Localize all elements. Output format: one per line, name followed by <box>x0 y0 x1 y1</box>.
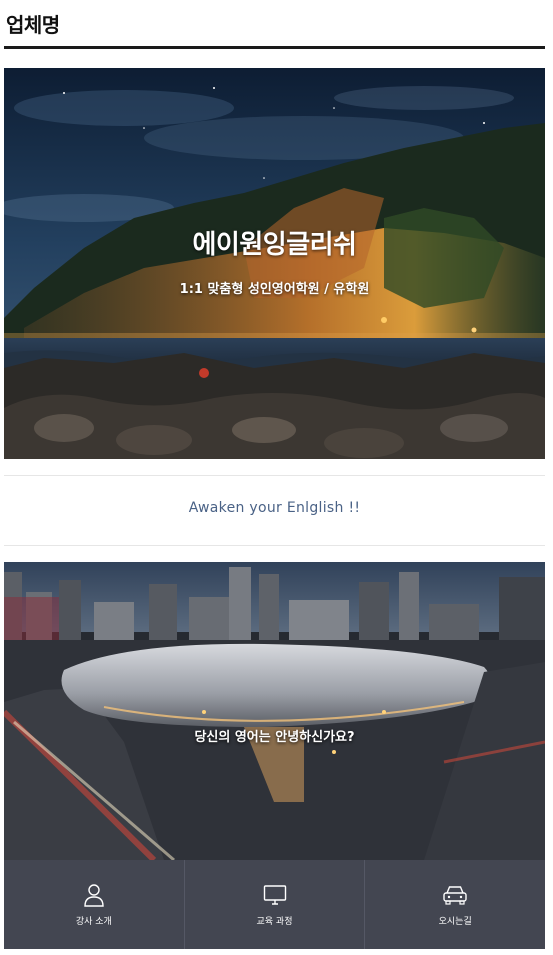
nav-directions-label: 오시는길 <box>438 917 472 927</box>
hero-banner: 에이원잉글리쉬 1:1 맞춤형 성인영어학원 / 유학원 <box>4 68 545 459</box>
nav-curriculum[interactable]: 교육 과정 <box>185 860 366 949</box>
city-banner: 당신의 영어는 안녕하신가요? <box>4 562 545 860</box>
section-divider-top <box>4 475 545 476</box>
car-icon <box>442 882 468 908</box>
city-background-image <box>4 562 545 860</box>
nav-instructors[interactable]: 강사 소개 <box>4 860 185 949</box>
hero-subtitle: 1:1 맞춤형 성인영어학원 / 유학원 <box>179 282 370 297</box>
city-caption: 당신의 영어는 안녕하신가요? <box>194 730 355 745</box>
bottom-navigation: 강사 소개 교육 과정 오시는길 <box>4 860 545 949</box>
hero-title: 에이원잉글리쉬 <box>192 230 357 260</box>
monitor-icon <box>262 882 288 908</box>
hero-background-image <box>4 68 545 459</box>
page-title: 업체명 <box>6 13 60 37</box>
section-divider-bottom <box>4 545 545 546</box>
slogan-text: Awaken your Enlglish !! <box>188 500 361 516</box>
nav-curriculum-label: 교육 과정 <box>256 917 293 927</box>
header-divider <box>4 46 545 49</box>
person-icon <box>81 882 107 908</box>
page-header: 업체명 <box>0 0 553 50</box>
nav-directions[interactable]: 오시는길 <box>365 860 545 949</box>
nav-instructors-label: 강사 소개 <box>75 917 112 927</box>
